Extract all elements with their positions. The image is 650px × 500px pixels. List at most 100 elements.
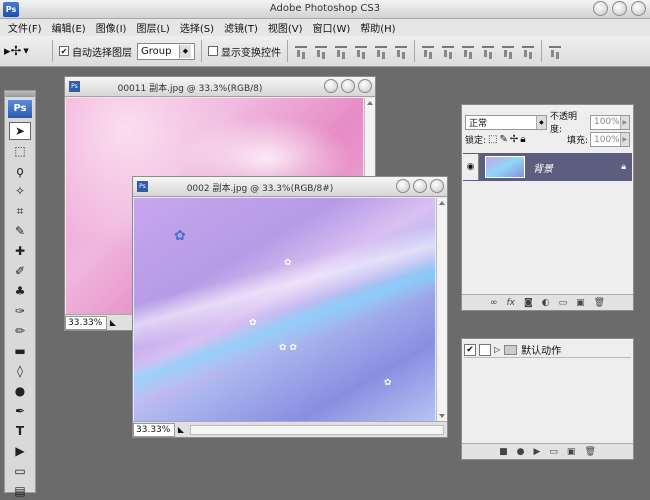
close-button[interactable] (631, 1, 646, 16)
lock-pixels-icon[interactable]: ✎ (500, 134, 508, 145)
toolbox-photoshop-logo-icon[interactable]: Ps (8, 100, 32, 118)
lasso-tool-icon[interactable]: ϙ (9, 162, 31, 180)
maximize-button[interactable] (612, 1, 627, 16)
distribute-top-icon[interactable] (421, 44, 435, 58)
document-2-close-button[interactable] (430, 179, 444, 193)
trash-icon[interactable]: 🗑︎ (584, 447, 595, 457)
align-right-icon[interactable] (394, 44, 408, 58)
menu-view[interactable]: 视图(V) (263, 20, 308, 35)
status-menu-icon[interactable]: ◣ (107, 318, 119, 327)
marquee-tool-icon[interactable]: ⬚ (9, 142, 31, 160)
document-2-minimize-button[interactable] (396, 179, 410, 193)
action-toggle-checkbox[interactable]: ✔ (464, 343, 476, 356)
blend-mode-dropdown[interactable]: 正常 ◆ (465, 114, 547, 130)
align-horizontal-center-icon[interactable] (374, 44, 388, 58)
dropdown-arrow-icon: ▶ (619, 133, 629, 146)
auto-select-type-value: Group (141, 45, 172, 57)
align-top-icon[interactable] (294, 44, 308, 58)
slice-tool-icon[interactable]: ✎ (9, 222, 31, 240)
gradient-tool-icon[interactable]: ▬ (9, 342, 31, 360)
move-tool-icon[interactable]: ➤ (9, 122, 31, 140)
new-group-icon[interactable]: ▭ (559, 298, 568, 308)
fill-field[interactable]: 100% ▶ (590, 132, 630, 147)
menu-bar: 文件(F) 编辑(E) 图像(I) 图层(L) 选择(S) 滤镜(T) 视图(V… (0, 19, 650, 36)
path-selection-tool-icon[interactable]: ▶ (9, 442, 31, 460)
distribute-right-icon[interactable] (521, 44, 535, 58)
show-transform-checkbox[interactable] (208, 46, 218, 56)
notes-tool-icon[interactable]: ▤ (9, 482, 31, 500)
layer-style-icon[interactable]: fx (506, 298, 515, 308)
menu-filter[interactable]: 滤镜(T) (219, 20, 263, 35)
align-left-icon[interactable] (354, 44, 368, 58)
adjustment-layer-icon[interactable]: ◐ (542, 298, 550, 308)
clone-stamp-tool-icon[interactable]: ♣ (9, 282, 31, 300)
document-2-titlebar[interactable]: Ps 0002 副本.jpg @ 33.3%(RGB/8#) (133, 177, 447, 197)
menu-help[interactable]: 帮助(H) (355, 20, 400, 35)
new-action-icon[interactable]: ▣ (567, 447, 576, 457)
document-window-2[interactable]: Ps 0002 副本.jpg @ 33.3%(RGB/8#) ✿ ✿ ✿ ✿ ✿… (132, 176, 448, 438)
separator (201, 40, 202, 62)
record-icon[interactable]: ● (517, 447, 525, 457)
lock-label: 锁定: (465, 136, 487, 146)
action-dialog-toggle[interactable] (479, 343, 491, 356)
expand-triangle-icon[interactable]: ▷ (494, 345, 500, 354)
document-2-canvas[interactable]: ✿ ✿ ✿ ✿ ✿ ✿ (134, 198, 435, 421)
auto-select-type-dropdown[interactable]: Group ◆ (137, 42, 195, 60)
document-2-vertical-scrollbar[interactable] (436, 198, 447, 421)
type-tool-icon[interactable]: T (9, 422, 31, 440)
actions-panel-footer: ■ ● ▶ ▭ ▣ 🗑︎ (462, 443, 633, 459)
opacity-field[interactable]: 100% ▶ (590, 114, 630, 130)
magic-wand-tool-icon[interactable]: ✧ (9, 182, 31, 200)
menu-layer[interactable]: 图层(L) (131, 20, 174, 35)
align-bottom-icon[interactable] (334, 44, 348, 58)
eye-icon[interactable]: ◉ (463, 154, 479, 180)
dodge-tool-icon[interactable]: ● (9, 382, 31, 400)
document-1-minimize-button[interactable] (324, 79, 338, 93)
auto-align-layers-icon[interactable] (548, 44, 562, 58)
document-1-maximize-button[interactable] (341, 79, 355, 93)
menu-file[interactable]: 文件(F) (3, 20, 47, 35)
play-icon[interactable]: ▶ (533, 447, 540, 457)
new-layer-icon[interactable]: ▣ (576, 298, 585, 308)
action-set-row[interactable]: ✔ ▷ 默认动作 (464, 342, 631, 358)
lock-all-icon[interactable]: 🔒︎ (520, 134, 525, 145)
minimize-button[interactable] (593, 1, 608, 16)
lock-transparency-icon[interactable]: ⬚ (488, 134, 497, 145)
distribute-bottom-icon[interactable] (461, 44, 475, 58)
blur-tool-icon[interactable]: ◊ (9, 362, 31, 380)
document-1-titlebar[interactable]: Ps 00011 副本.jpg @ 33.3%(RGB/8) (65, 77, 375, 97)
eraser-tool-icon[interactable]: ✏ (9, 322, 31, 340)
tool-preset-picker[interactable]: ▸✢ ▼ (4, 44, 46, 59)
trash-icon[interactable]: 🗑︎ (594, 298, 605, 308)
crop-tool-icon[interactable]: ⌗ (9, 202, 31, 220)
status-menu-icon[interactable]: ◣ (175, 425, 187, 434)
pen-tool-icon[interactable]: ✒ (9, 402, 31, 420)
menu-image[interactable]: 图像(I) (91, 20, 132, 35)
sparkle-decoration: ✿ ✿ (279, 343, 297, 353)
lock-position-icon[interactable]: ✢ (510, 134, 518, 145)
menu-edit[interactable]: 编辑(E) (47, 20, 91, 35)
new-set-icon[interactable]: ▭ (549, 447, 558, 457)
toolbox-grip[interactable] (5, 91, 35, 97)
menu-select[interactable]: 选择(S) (175, 20, 219, 35)
brush-tool-icon[interactable]: ✐ (9, 262, 31, 280)
shape-tool-icon[interactable]: ▭ (9, 462, 31, 480)
layer-row-background[interactable]: ◉ 背景 🔒︎ (463, 153, 632, 181)
document-1-zoom-field[interactable]: 33.33% (65, 315, 107, 330)
document-1-close-button[interactable] (358, 79, 372, 93)
layer-mask-icon[interactable]: ◙ (524, 298, 533, 308)
align-vertical-center-icon[interactable] (314, 44, 328, 58)
distribute-left-icon[interactable] (481, 44, 495, 58)
history-brush-tool-icon[interactable]: ✑ (9, 302, 31, 320)
document-2-horizontal-scrollbar[interactable] (190, 424, 444, 435)
distribute-vertical-center-icon[interactable] (441, 44, 455, 58)
healing-brush-tool-icon[interactable]: ✚ (9, 242, 31, 260)
distribute-horizontal-center-icon[interactable] (501, 44, 515, 58)
document-2-maximize-button[interactable] (413, 179, 427, 193)
document-2-zoom-field[interactable]: 33.33% (133, 422, 175, 437)
stop-icon[interactable]: ■ (499, 447, 508, 457)
link-layers-icon[interactable]: ∞ (490, 298, 498, 308)
actions-panel: ✔ ▷ 默认动作 ■ ● ▶ ▭ ▣ 🗑︎ (461, 338, 634, 460)
auto-select-checkbox[interactable]: ✔ (59, 46, 69, 56)
menu-window[interactable]: 窗口(W) (308, 20, 356, 35)
